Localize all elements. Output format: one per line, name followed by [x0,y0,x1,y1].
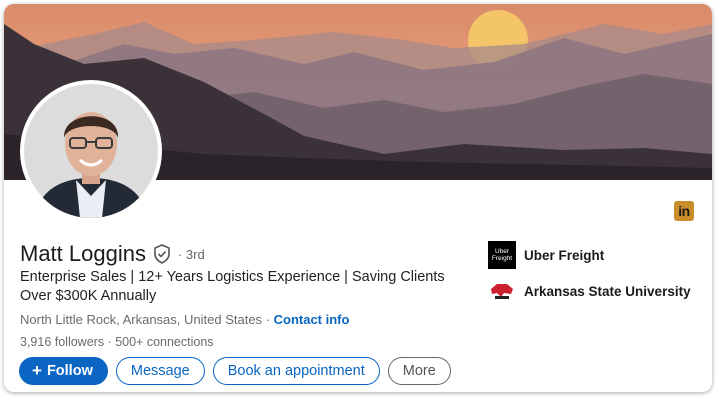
org-item-arkansas-state[interactable]: Arkansas State University [488,276,691,306]
linkedin-icon[interactable]: in [674,201,694,221]
follow-label: Follow [46,363,93,379]
org-name: Arkansas State University [524,283,691,299]
avatar[interactable] [20,80,162,222]
profile-actions: + Follow Message Book an appointment Mor… [19,357,451,385]
verified-shield-icon[interactable] [153,244,171,264]
stats-row: 3,916 followers · 500+ connections [20,335,214,349]
book-appointment-button[interactable]: Book an appointment [212,357,380,385]
contact-info-link[interactable]: Contact info [274,312,350,327]
plus-icon: + [32,361,42,380]
connections-count[interactable]: · 500+ connections [108,335,214,349]
profile-photo [24,84,158,218]
uber-freight-logo: Uber Freight [488,241,516,269]
follow-button[interactable]: + Follow [19,357,108,385]
profile-card: in Matt Loggins · 3rd Enterprise Sales |… [4,4,712,392]
followers-count[interactable]: 3,916 followers [20,335,104,349]
arkansas-state-logo [488,277,516,305]
location-row: North Little Rock, Arkansas, United Stat… [20,312,349,327]
profile-name: Matt Loggins [20,241,146,266]
more-button[interactable]: More [387,357,451,385]
profile-headline: Enterprise Sales | 12+ Years Logistics E… [20,269,445,304]
org-item-uber-freight[interactable]: Uber Freight Uber Freight [488,240,691,270]
location: North Little Rock, Arkansas, United Stat… [20,312,270,327]
organizations: Uber Freight Uber Freight Arkansas State… [488,240,691,312]
connection-degree: · 3rd [177,246,205,262]
message-button[interactable]: Message [115,357,205,385]
name-row: Matt Loggins · 3rd [20,241,205,267]
org-name: Uber Freight [524,247,605,263]
